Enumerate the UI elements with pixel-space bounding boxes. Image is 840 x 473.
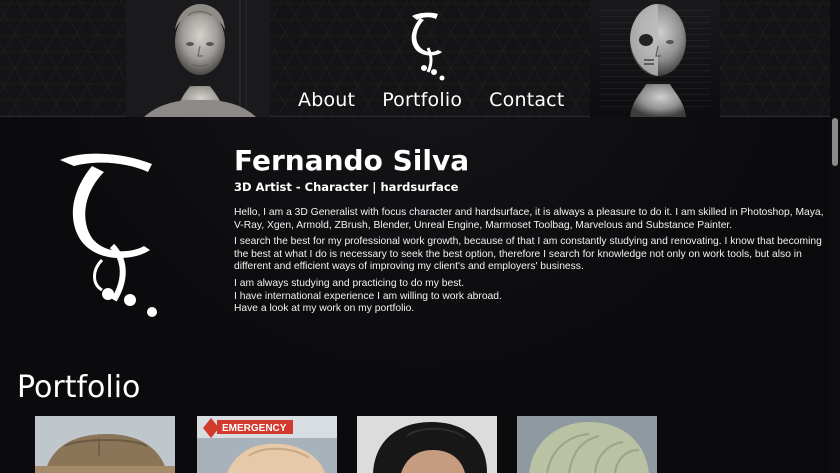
about-logo-icon	[60, 153, 157, 317]
main-nav: About Portfolio Contact	[298, 88, 564, 114]
bio-paragraph: Hello, I am a 3D Generalist with focus c…	[234, 207, 824, 231]
header-logo-icon[interactable]	[398, 10, 450, 82]
bio-paragraph: Have a look at my work on my portfolio.	[234, 303, 415, 315]
portfolio-heading: Portfolio	[17, 370, 141, 405]
header-female-bust-image	[126, 0, 270, 117]
header-skull-bust-image	[590, 0, 720, 117]
scrollbar-thumb[interactable]	[832, 118, 838, 166]
site-header: About Portfolio Contact	[0, 0, 840, 117]
nav-link-about[interactable]: About	[298, 88, 355, 114]
emergency-sign-text: EMERGENCY	[222, 423, 287, 434]
bio-paragraph: I have international experience I am wil…	[234, 290, 502, 302]
portfolio-thumb-emergency-character[interactable]: EMERGENCY	[197, 416, 337, 473]
artist-bio: Hello, I am a 3D Generalist with focus c…	[234, 207, 830, 316]
artist-name-heading: Fernando Silva	[234, 144, 470, 177]
page-scrollbar[interactable]	[830, 0, 840, 473]
portfolio-thumb-green-hair-character[interactable]	[517, 416, 657, 473]
nav-link-contact[interactable]: Contact	[489, 88, 564, 114]
portfolio-thumb-cap-character[interactable]	[35, 416, 175, 473]
bio-paragraph: I search the best for my professional wo…	[234, 236, 822, 273]
nav-link-portfolio[interactable]: Portfolio	[382, 88, 462, 114]
artist-role-subtitle: 3D Artist - Character | hardsurface	[234, 180, 459, 194]
portfolio-thumb-black-hair-character[interactable]	[357, 416, 497, 473]
page: About Portfolio Contact Fernando Silva 3…	[0, 0, 840, 473]
bio-paragraph: I am always studying and practicing to d…	[234, 277, 465, 289]
